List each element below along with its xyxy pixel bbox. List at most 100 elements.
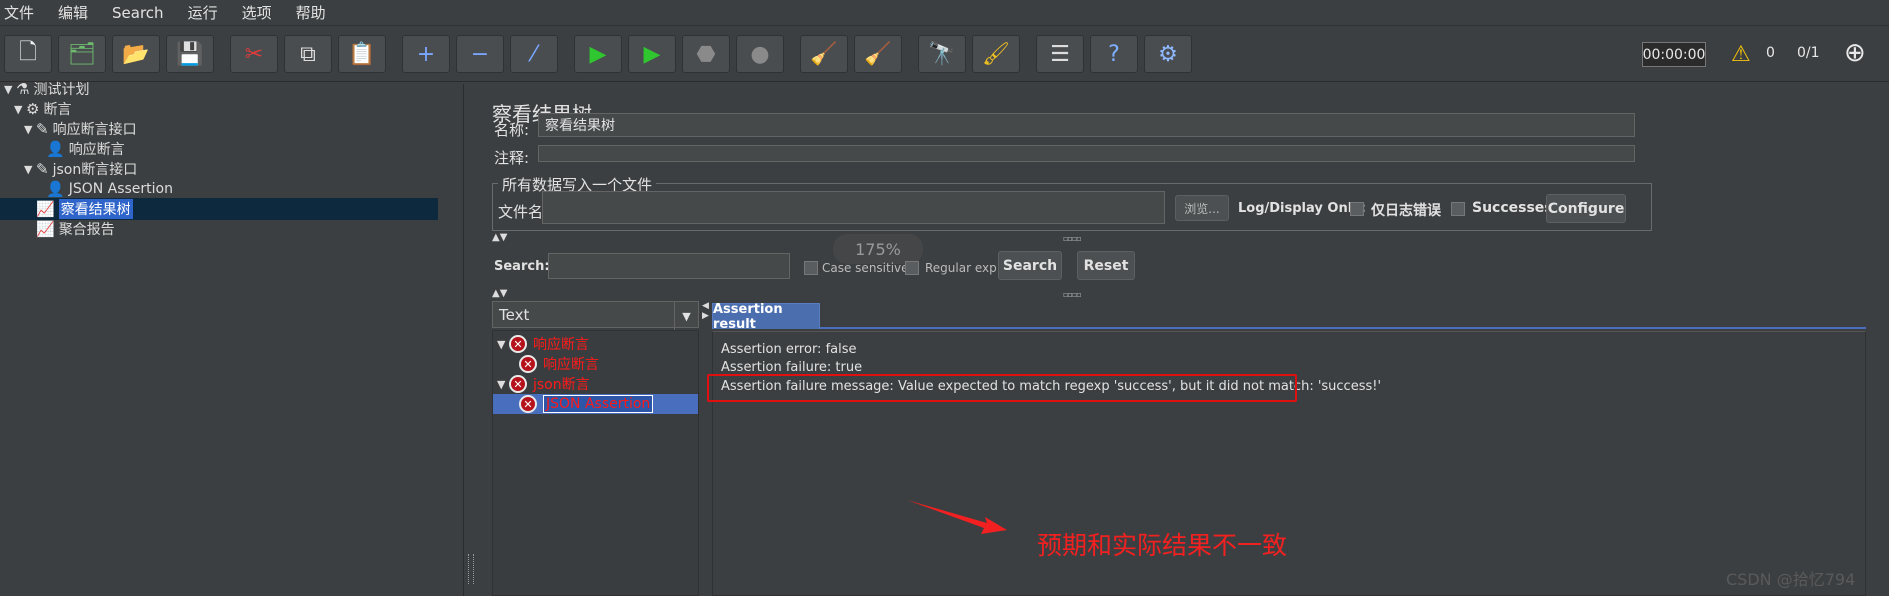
cut-icon: ✂ — [244, 41, 264, 67]
shutdown-button[interactable]: ● — [736, 35, 784, 73]
tree-item[interactable]: 📈 察看结果树 — [0, 198, 438, 220]
remote-globe-icon[interactable]: ⊕ — [1844, 38, 1866, 68]
search-button[interactable]: 🔭 — [918, 35, 966, 73]
warning-icon[interactable]: ⚠ — [1731, 42, 1751, 67]
tree-item[interactable]: ▼ ⚗ 测试计划 — [4, 78, 89, 100]
filename-label: 文件名 — [498, 203, 544, 221]
tree-expander-icon[interactable]: ▼ — [4, 83, 16, 96]
save-button[interactable]: 💾 — [166, 35, 214, 73]
result-item-label: JSON Assertion — [543, 395, 654, 413]
paste-button[interactable]: 📋 — [338, 35, 386, 73]
tree-item-label: 察看结果树 — [58, 199, 133, 219]
collapse-button[interactable]: − — [456, 35, 504, 73]
reset-button[interactable]: Reset — [1077, 251, 1135, 280]
result-item[interactable]: ▼ ✕ 响应断言 — [497, 334, 589, 354]
regex-label: Regular exp. — [925, 261, 1001, 275]
clear-icon: 🧹 — [810, 41, 838, 67]
highlight-box — [707, 374, 1297, 402]
results-tree: ▼ ✕ 响应断言 ✕ 响应断言 ▼ ✕ json断言 ✕ JSON Assertion — [492, 330, 699, 596]
search-button[interactable]: Search — [998, 251, 1062, 280]
help-button[interactable]: ? — [1090, 35, 1138, 73]
case-sensitive-checkbox[interactable] — [804, 261, 818, 275]
divider-grip-2-icon[interactable]: ▫▫▫▫ — [1063, 290, 1082, 299]
start-no-pauses-button[interactable]: ▶ — [628, 35, 676, 73]
renderer-value: Text — [499, 305, 530, 324]
result-expander-icon[interactable]: ▼ — [497, 338, 509, 351]
browse-button[interactable]: 浏览... — [1175, 195, 1229, 221]
assertion-error-line: Assertion error: false — [721, 342, 857, 357]
menu-item-1[interactable]: 编辑 — [58, 2, 88, 23]
toggle-button[interactable]: ⁄ — [510, 35, 558, 73]
function-helper-button[interactable]: ☰ — [1036, 35, 1084, 73]
menu-item-4[interactable]: 选项 — [242, 2, 272, 23]
menu-item-0[interactable]: 文件 — [4, 2, 34, 23]
splitter-grip-icon[interactable] — [468, 554, 474, 584]
regex-checkbox[interactable] — [905, 261, 919, 275]
errors-only-checkbox[interactable] — [1350, 202, 1364, 216]
tree-expander-icon[interactable]: ▼ — [24, 123, 36, 136]
collapse-icon: − — [470, 41, 490, 67]
comment-field[interactable] — [538, 145, 1635, 162]
tree-node-icon: 📈 — [36, 220, 55, 238]
collapse-arrows-2-icon[interactable]: ▲▼ — [492, 288, 507, 299]
main-splitter[interactable] — [466, 84, 476, 596]
open-icon: 📂 — [122, 41, 150, 67]
tree-node-icon: ⚗ — [16, 80, 30, 98]
tree-item[interactable]: ▼ ✎ 响应断言接口 — [24, 118, 137, 140]
menu-item-5[interactable]: 帮助 — [296, 2, 326, 23]
result-tabbar: Assertion result — [712, 301, 1866, 332]
tree-node-icon: ⚙ — [26, 100, 40, 118]
configure-button[interactable]: Configure — [1546, 194, 1626, 223]
error-shield-icon: ✕ — [509, 335, 527, 353]
tree-item-label: 断言 — [43, 102, 72, 118]
filename-field[interactable] — [542, 191, 1165, 224]
menu-item-2[interactable]: Search — [112, 4, 164, 22]
menu-item-3[interactable]: 运行 — [188, 2, 218, 23]
new-button[interactable]: 🗋 — [4, 35, 52, 73]
name-label: 名称: — [494, 121, 530, 139]
open-button[interactable]: 📂 — [112, 35, 160, 73]
tree-item[interactable]: 👤 响应断言 — [34, 138, 125, 160]
tab-assertion-result[interactable]: Assertion result — [712, 302, 820, 332]
divider-grip-icon[interactable]: ▫▫▫▫ — [1063, 234, 1082, 243]
tree-expander-icon[interactable]: ▼ — [24, 163, 36, 176]
successes-checkbox[interactable] — [1451, 202, 1465, 216]
start-button[interactable]: ▶ — [574, 35, 622, 73]
expand-button[interactable]: + — [402, 35, 450, 73]
reset-search-icon: 🖌 — [982, 41, 1010, 67]
paste-icon: 📋 — [348, 41, 376, 67]
collapse-arrows-icon[interactable]: ▲▼ — [492, 232, 507, 243]
result-item[interactable]: ✕ JSON Assertion — [493, 394, 698, 414]
reset-search-button[interactable]: 🖌 — [972, 35, 1020, 73]
errors-only-label: 仅日志错误 — [1371, 203, 1441, 219]
new-icon: 🗋 — [19, 40, 37, 65]
save-icon: 💾 — [176, 41, 204, 67]
clear-all-button[interactable]: 🧹 — [854, 35, 902, 73]
search-input[interactable] — [548, 253, 790, 279]
start-no-pauses-icon: ▶ — [643, 41, 661, 67]
tree-expander-icon[interactable]: ▼ — [14, 103, 26, 116]
result-item[interactable]: ✕ 响应断言 — [507, 354, 599, 374]
cut-button[interactable]: ✂ — [230, 35, 278, 73]
stop-button[interactable]: ⬣ — [682, 35, 730, 73]
assertion-result-content: Assertion error: false Assertion failure… — [707, 331, 1866, 596]
result-item[interactable]: ▼ ✕ json断言 — [497, 374, 590, 394]
tree-item[interactable]: ▼ ⚙ 断言 — [14, 98, 71, 120]
copy-button[interactable]: ⧉ — [284, 35, 332, 73]
assertion-failure-line: Assertion failure: true — [721, 360, 863, 375]
clear-button[interactable]: 🧹 — [800, 35, 848, 73]
tree-node-icon: ✎ — [36, 160, 49, 178]
tree-item[interactable]: 📈 聚合报告 — [24, 218, 115, 240]
result-expander-icon[interactable]: ▼ — [497, 378, 509, 391]
renderer-select[interactable]: Text ▼ — [492, 301, 699, 330]
menu-bar: 文件 编辑 Search 运行 选项 帮助 — [0, 0, 1889, 26]
log-display-label: Log/Display Only: — [1238, 201, 1366, 216]
tree-item-label: 聚合报告 — [58, 222, 115, 238]
annotation-text: 预期和实际结果不一致 — [1037, 531, 1288, 560]
templates-button[interactable]: 🗂 — [58, 35, 106, 73]
name-field[interactable]: 察看结果树 — [538, 113, 1635, 137]
chevron-down-icon[interactable]: ▼ — [674, 302, 698, 330]
remote-button[interactable]: ⚙ — [1144, 35, 1192, 73]
tree-item[interactable]: 👤 JSON Assertion — [34, 178, 173, 200]
tree-item[interactable]: ▼ ✎ json断言接口 — [24, 158, 137, 180]
